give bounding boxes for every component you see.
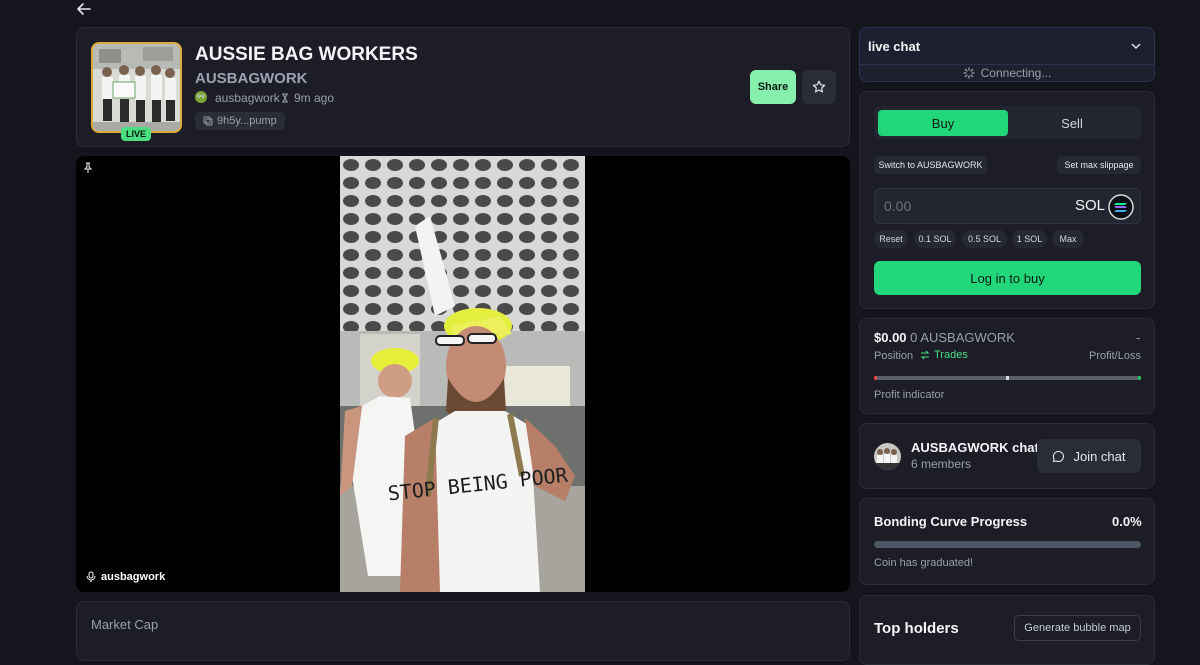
generate-bubble-map-button[interactable]: Generate bubble map — [1014, 615, 1141, 641]
token-age: 9m ago — [294, 91, 335, 105]
streamer-name: ausbagwork — [101, 571, 166, 583]
login-to-buy-button[interactable]: Log in to buy — [874, 261, 1141, 295]
token-header-card: LIVE AUSSIE BAG WORKERS AUSBAGWORK ausba… — [76, 27, 850, 147]
position-value: $0.00 — [874, 330, 907, 345]
copy-icon — [203, 116, 213, 126]
solana-icon[interactable] — [1108, 194, 1134, 220]
switch-token-button[interactable]: Switch to AUSBAGWORK — [874, 156, 987, 174]
community-avatar — [874, 443, 901, 470]
profit-indicator-gain-end — [1138, 376, 1141, 380]
favorite-button[interactable] — [802, 70, 836, 104]
chevron-down-icon[interactable] — [1130, 40, 1142, 52]
spinner-icon — [962, 67, 975, 79]
trades-icon — [920, 350, 930, 360]
bonding-curve-card: Bonding Curve Progress 0.0% Coin has gra… — [859, 498, 1155, 585]
profit-indicator-loss-end — [874, 376, 877, 380]
top-holders-card: Top holders Generate bubble map — [859, 595, 1155, 665]
profit-indicator-label: Profit indicator — [874, 389, 945, 401]
chat-status: Connecting... — [860, 66, 1154, 80]
login-to-buy-label: Log in to buy — [970, 270, 1045, 286]
community-members: 6 members — [911, 457, 972, 471]
profit-indicator-bar — [874, 376, 1141, 380]
streamer-label: ausbagwork — [86, 571, 165, 583]
quick-amount-1[interactable]: 1 SOL — [1012, 230, 1047, 248]
buy-tab[interactable]: Buy — [878, 110, 1008, 136]
creator-avatar[interactable] — [195, 91, 207, 103]
chat-bubble-icon — [1052, 450, 1065, 463]
join-chat-button[interactable]: Join chat — [1037, 439, 1141, 473]
bonding-curve-track — [874, 541, 1141, 548]
chat-status-text: Connecting... — [980, 66, 1052, 80]
contract-address: 9h5y...pump — [217, 115, 277, 127]
position-summary: $0.00 0 AUSBAGWORK — [874, 330, 1015, 345]
creator-name[interactable]: ausbagwork — [215, 91, 280, 105]
bonding-curve-status: Coin has graduated! — [874, 557, 974, 569]
live-badge-label: LIVE — [125, 129, 146, 139]
sell-tab-label: Sell — [1061, 115, 1083, 131]
position-label: Position — [874, 350, 914, 362]
amount-input[interactable] — [884, 197, 1044, 215]
bonding-curve-percent: 0.0% — [1112, 514, 1142, 529]
top-holders-title: Top holders — [874, 620, 959, 637]
quick-amount-max[interactable]: Max — [1052, 230, 1084, 248]
live-chat-card: live chat Connecting... — [859, 27, 1155, 82]
max-slippage-button[interactable]: Set max slippage — [1057, 156, 1141, 174]
chat-divider — [860, 64, 1154, 65]
clock-icon — [280, 93, 290, 103]
star-icon — [812, 80, 826, 94]
token-image[interactable] — [91, 42, 182, 133]
generate-bubble-map-label: Generate bubble map — [1024, 622, 1131, 634]
market-cap-label: Market Cap — [91, 617, 159, 632]
share-button-label: Share — [757, 81, 789, 93]
live-chat-title[interactable]: live chat — [868, 39, 920, 54]
join-chat-label: Join chat — [1073, 448, 1126, 464]
community-chat-card: AUSBAGWORK chat 6 members Join chat — [859, 423, 1155, 489]
stream-frame: STOP BEING POOR — [340, 156, 585, 592]
profit-indicator-marker — [1006, 376, 1009, 380]
quick-amount-0.1[interactable]: 0.1 SOL — [914, 230, 956, 248]
quick-amount-0.5[interactable]: 0.5 SOL — [962, 230, 1007, 248]
live-badge: LIVE — [121, 127, 151, 141]
switch-token-label: Switch to AUSBAGWORK — [878, 160, 983, 170]
max-slippage-label: Set max slippage — [1064, 160, 1134, 170]
share-button[interactable]: Share — [750, 70, 796, 104]
trades-link[interactable]: Trades — [920, 349, 968, 361]
video-player[interactable]: STOP BEING POOR ausbagwork — [76, 156, 850, 592]
market-cap-card: Market Cap — [76, 601, 850, 661]
back-arrow-icon[interactable] — [76, 1, 92, 17]
position-dash: - — [1136, 330, 1141, 345]
quick-amount-reset[interactable]: Reset — [874, 230, 908, 248]
position-card: $0.00 0 AUSBAGWORK - Position Trades Pro… — [859, 318, 1155, 414]
currency-label: SOL — [1075, 197, 1106, 214]
pin-icon[interactable] — [82, 162, 94, 174]
token-ticker: AUSBAGWORK — [195, 70, 308, 87]
microphone-icon — [86, 571, 96, 583]
contract-chip[interactable]: 9h5y...pump — [195, 112, 285, 130]
trade-panel: Buy Sell Switch to AUSBAGWORK Set max sl… — [859, 91, 1155, 309]
community-name: AUSBAGWORK chat — [911, 440, 1039, 455]
amount-input-box[interactable]: SOL — [874, 188, 1141, 224]
bonding-curve-title: Bonding Curve Progress — [874, 514, 1028, 529]
sell-tab[interactable]: Sell — [1008, 110, 1136, 136]
trades-label: Trades — [934, 349, 968, 361]
token-name: AUSSIE BAG WORKERS — [195, 44, 418, 65]
profit-loss-label: Profit/Loss — [1089, 350, 1141, 362]
position-amount: 0 AUSBAGWORK — [910, 330, 1015, 345]
buy-tab-label: Buy — [931, 115, 955, 131]
